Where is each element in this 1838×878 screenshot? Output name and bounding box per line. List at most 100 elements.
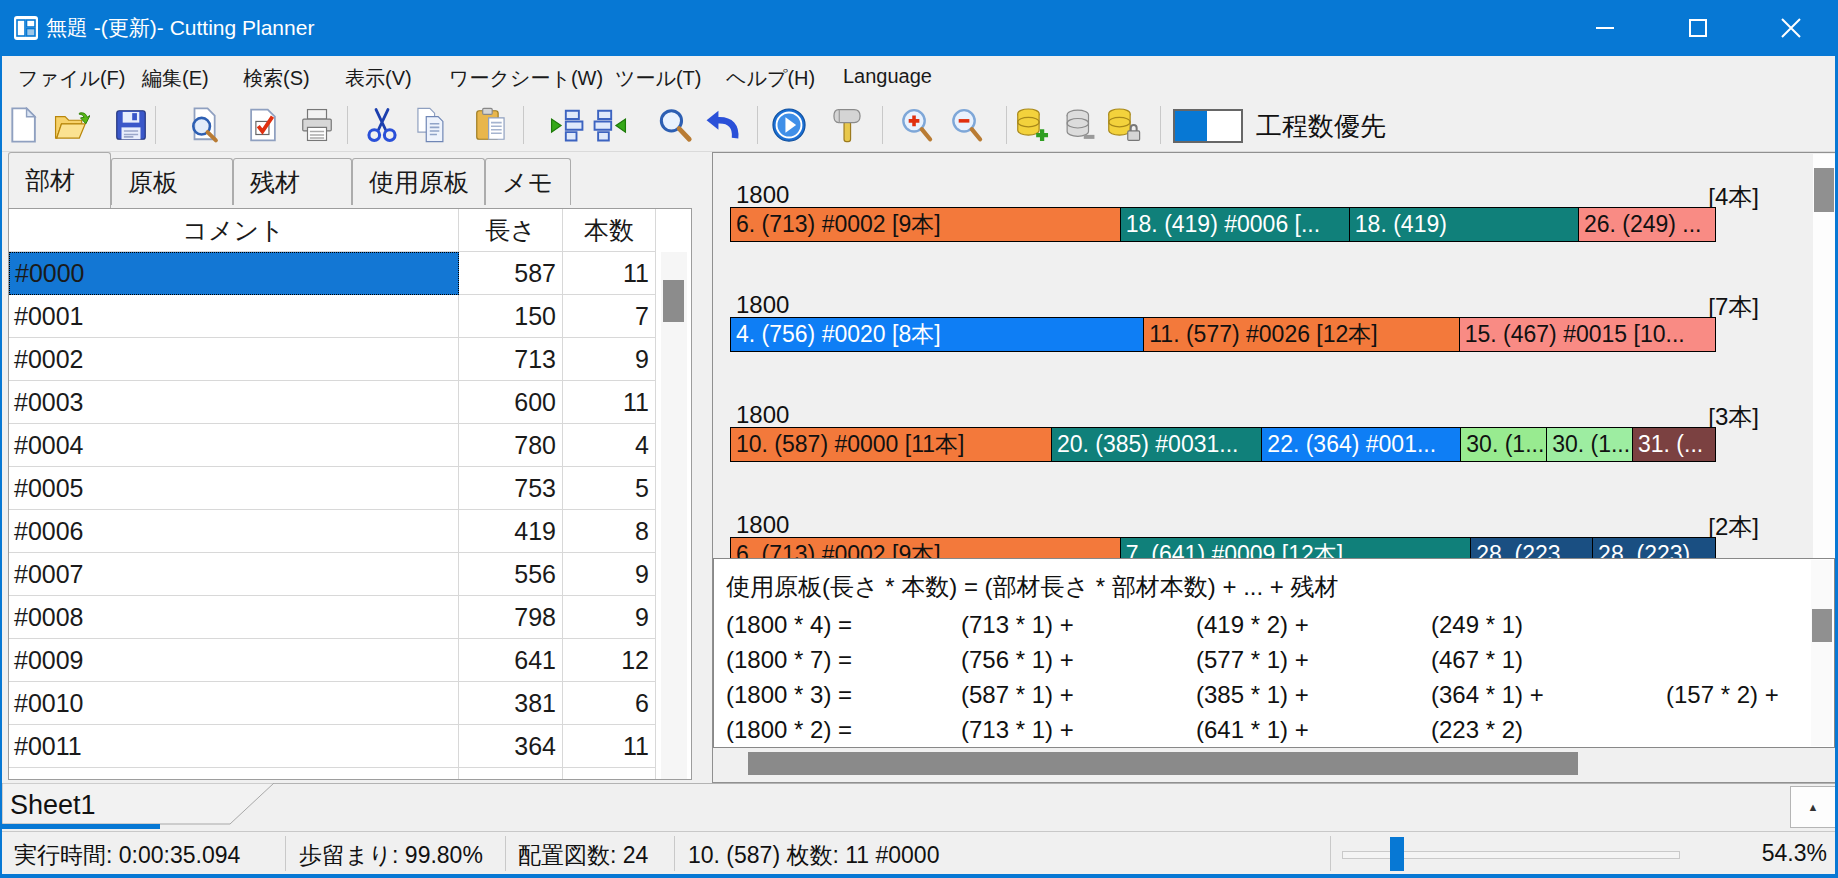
table-row-#0002[interactable]: #00027139 (9, 338, 691, 381)
tab-5[interactable]: メモ (485, 158, 571, 205)
diagram-vertical-scrollbar[interactable] (1813, 154, 1835, 558)
cell-qty[interactable]: 4 (563, 424, 656, 467)
diagram-scrollbar-thumb[interactable] (1814, 168, 1834, 212)
tab-2[interactable]: 原板 (111, 158, 233, 205)
table-scrollbar-thumb[interactable] (663, 280, 684, 322)
menu-item-7[interactable]: ヘルプ(H) (726, 65, 815, 92)
verify-document-icon[interactable] (244, 106, 282, 144)
menu-item-4[interactable]: 表示(V) (345, 65, 412, 92)
table-vertical-scrollbar[interactable] (661, 252, 687, 780)
table-row-#0008[interactable]: #00087989 (9, 596, 691, 639)
cell-length[interactable]: 587 (459, 252, 563, 295)
column-header-3[interactable]: 本数 (563, 209, 656, 252)
cell-comment[interactable]: #0012 (9, 768, 459, 780)
cut-segment[interactable]: 18. (419) (1350, 208, 1579, 241)
cell-comment[interactable]: #0002 (9, 338, 459, 381)
undo-icon[interactable] (703, 106, 741, 144)
table-row-#0001[interactable]: #00011507 (9, 295, 691, 338)
cell-length[interactable]: 798 (459, 596, 563, 639)
cell-comment[interactable]: #0010 (9, 682, 459, 725)
menu-item-2[interactable]: 編集(E) (142, 65, 209, 92)
cut-segment[interactable]: 6. (713) #0002 [9本] (731, 208, 1121, 241)
cell-comment[interactable]: #0000 (9, 252, 459, 295)
insert-row-right-icon[interactable] (591, 106, 629, 144)
menu-item-8[interactable]: Language (843, 65, 932, 88)
process-priority-indicator[interactable] (1173, 109, 1243, 143)
find-icon[interactable] (656, 106, 694, 144)
cut-segment[interactable]: 10. (587) #0000 [11本] (731, 428, 1052, 461)
run-icon[interactable] (770, 106, 808, 144)
cell-qty[interactable]: 11 (563, 725, 656, 768)
zoom-in-icon[interactable] (898, 106, 936, 144)
cell-comment[interactable]: #0006 (9, 510, 459, 553)
cell-length[interactable]: 150 (459, 295, 563, 338)
close-button[interactable] (1762, 0, 1820, 56)
table-row-#0004[interactable]: #00047804 (9, 424, 691, 467)
print-preview-icon[interactable] (185, 106, 223, 144)
open-file-icon[interactable] (52, 106, 90, 144)
cell-qty[interactable]: 5 (563, 467, 656, 510)
table-row-#0009[interactable]: #000964112 (9, 639, 691, 682)
cell-qty[interactable]: 9 (563, 553, 656, 596)
cut-segment[interactable]: 31. (... (1633, 428, 1715, 461)
cell-length[interactable]: 780 (459, 424, 563, 467)
cell-qty[interactable]: 12 (563, 768, 656, 780)
tab-3[interactable]: 残材 (233, 158, 352, 205)
cut-segment[interactable]: 11. (577) #0026 [12本] (1144, 318, 1459, 351)
table-row-#0011[interactable]: #001136411 (9, 725, 691, 768)
cell-length[interactable]: 419 (459, 510, 563, 553)
paste-icon[interactable] (472, 106, 510, 144)
column-header-2[interactable]: 長さ (459, 209, 563, 252)
insert-row-left-icon[interactable] (548, 106, 586, 144)
tab-1[interactable]: 部材 (8, 152, 111, 208)
scroll-up-button[interactable]: ▲ (1790, 786, 1836, 828)
menu-item-6[interactable]: ツール(T) (615, 65, 701, 92)
table-row-#0012[interactable]: #001216112 (9, 768, 691, 780)
cell-qty[interactable]: 7 (563, 295, 656, 338)
cut-segment[interactable]: 18. (419) #0006 [... (1121, 208, 1350, 241)
cell-comment[interactable]: #0011 (9, 725, 459, 768)
cell-qty[interactable]: 11 (563, 381, 656, 424)
cell-length[interactable]: 161 (459, 768, 563, 780)
cell-length[interactable]: 600 (459, 381, 563, 424)
column-header-1[interactable]: コメント (9, 209, 459, 252)
horizontal-scrollbar[interactable] (713, 749, 1835, 778)
cut-segment[interactable]: 30. (1... (1461, 428, 1547, 461)
db-add-icon[interactable] (1013, 106, 1051, 144)
db-key-icon[interactable] (1104, 106, 1142, 144)
cut-segment[interactable]: 22. (364) #001... (1262, 428, 1461, 461)
new-file-icon[interactable] (4, 106, 42, 144)
db-disabled-icon[interactable] (1060, 106, 1098, 144)
cell-length[interactable]: 556 (459, 553, 563, 596)
minimize-button[interactable] (1576, 0, 1634, 56)
tab-4[interactable]: 使用原板 (352, 158, 485, 205)
table-row-#0010[interactable]: #00103816 (9, 682, 691, 725)
cut-segment[interactable]: 26. (249) ... (1579, 208, 1715, 241)
cell-comment[interactable]: #0008 (9, 596, 459, 639)
cell-comment[interactable]: #0001 (9, 295, 459, 338)
zoom-out-icon[interactable] (948, 106, 986, 144)
print-icon[interactable] (298, 106, 336, 144)
table-row-#0006[interactable]: #00064198 (9, 510, 691, 553)
cell-comment[interactable]: #0003 (9, 381, 459, 424)
formula-vertical-scrollbar[interactable] (1811, 560, 1832, 746)
cell-length[interactable]: 713 (459, 338, 563, 381)
cut-segment[interactable]: 20. (385) #0031... (1052, 428, 1262, 461)
progress-slider-thumb[interactable] (1390, 837, 1404, 871)
cell-qty[interactable]: 8 (563, 510, 656, 553)
menu-item-3[interactable]: 検索(S) (243, 65, 310, 92)
sheet-tab-sheet1[interactable]: Sheet1 (10, 790, 96, 821)
cell-qty[interactable]: 6 (563, 682, 656, 725)
maximize-button[interactable] (1669, 0, 1727, 56)
cell-qty[interactable]: 11 (563, 252, 656, 295)
table-row-#0007[interactable]: #00075569 (9, 553, 691, 596)
cell-length[interactable]: 381 (459, 682, 563, 725)
horizontal-scrollbar-thumb[interactable] (748, 752, 1578, 775)
menu-item-1[interactable]: ファイル(F) (18, 65, 125, 92)
cell-length[interactable]: 753 (459, 467, 563, 510)
formula-scrollbar-thumb[interactable] (1812, 609, 1832, 642)
table-row-#0000[interactable]: #000058711 (9, 252, 691, 295)
cell-length[interactable]: 641 (459, 639, 563, 682)
cell-comment[interactable]: #0004 (9, 424, 459, 467)
cut-segment[interactable]: 4. (756) #0020 [8本] (731, 318, 1144, 351)
